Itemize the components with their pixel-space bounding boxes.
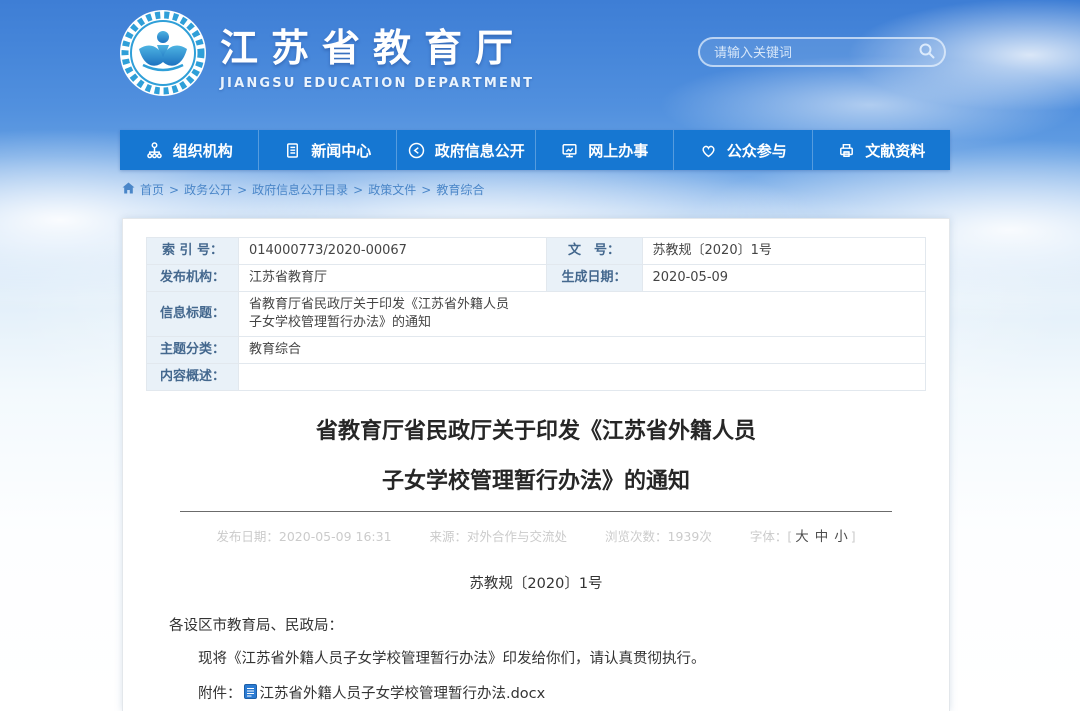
breadcrumb-info-directory[interactable]: 政府信息公开目录 — [252, 181, 348, 198]
bracket-close: ] — [851, 529, 856, 544]
site-title: 江苏省教育厅 JIANGSU EDUCATION DEPARTMENT — [220, 17, 534, 91]
font-size-label: 字体： — [750, 529, 788, 544]
org-chart-icon — [145, 141, 164, 160]
nav-item-online-services[interactable]: 网上办事 — [535, 130, 674, 170]
index-number-value: 014000773/2020-00067 — [238, 238, 546, 265]
article-meta-bar: 发布日期：2020-05-09 16:31 来源：对外合作与交流处 浏览次数：1… — [123, 525, 949, 545]
breadcrumb-separator: > — [169, 183, 179, 197]
title-divider — [180, 511, 892, 512]
salutation: 各设区市教育局、民政局： — [169, 614, 949, 635]
nav-item-label: 组织机构 — [173, 140, 233, 161]
nav-item-public-participation[interactable]: 公众参与 — [673, 130, 812, 170]
nav-item-organization[interactable]: 组织机构 — [120, 130, 258, 170]
generate-date-value: 2020-05-09 — [642, 265, 925, 292]
table-row: 信息标题： 省教育厅省民政厅关于印发《江苏省外籍人员 子女学校管理暂行办法》的通… — [147, 292, 926, 337]
attachment-line: 附件： 江苏省外籍人员子女学校管理暂行办法.docx — [198, 682, 949, 703]
category-value: 教育综合 — [238, 337, 925, 364]
nav-item-document-resources[interactable]: 文献资料 — [812, 130, 951, 170]
info-title-value: 省教育厅省民政厅关于印发《江苏省外籍人员 子女学校管理暂行办法》的通知 — [238, 292, 925, 337]
nav-item-gov-info-disclosure[interactable]: 政府信息公开 — [396, 130, 535, 170]
article-title-line1: 省教育厅省民政厅关于印发《江苏省外籍人员 — [123, 407, 949, 457]
table-row: 内容概述： — [147, 364, 926, 391]
heart-icon — [699, 141, 718, 160]
bracket-open: [ — [787, 529, 792, 544]
document-number: 苏教规〔2020〕1号 — [123, 572, 949, 593]
site-name-zh: 江苏省教育厅 — [220, 17, 534, 72]
jiangsu-education-logo — [119, 9, 207, 97]
article-title-line2: 子女学校管理暂行办法》的通知 — [123, 457, 949, 507]
nav-item-label: 政府信息公开 — [435, 140, 525, 161]
doc-number-label: 文 号： — [546, 238, 642, 265]
article-title: 省教育厅省民政厅关于印发《江苏省外籍人员 子女学校管理暂行办法》的通知 — [123, 407, 949, 507]
summary-label: 内容概述： — [147, 364, 239, 391]
font-size-control: 字体：[大中小] — [750, 529, 856, 544]
summary-value — [238, 364, 925, 391]
table-row: 主题分类： 教育综合 — [147, 337, 926, 364]
circle-arrow-icon — [407, 141, 426, 160]
view-count: 浏览次数：1939次 — [605, 529, 712, 544]
word-doc-icon — [244, 684, 257, 703]
main-nav: 组织机构 新闻中心 政府信息公开 — [120, 130, 950, 170]
search-button[interactable] — [910, 39, 944, 65]
breadcrumb-separator: > — [421, 183, 431, 197]
nav-item-label: 公众参与 — [727, 140, 787, 161]
nav-item-label: 新闻中心 — [311, 140, 371, 161]
font-size-small[interactable]: 小 — [834, 529, 848, 545]
breadcrumb-policy-files[interactable]: 政策文件 — [368, 181, 416, 198]
index-number-label: 索 引 号： — [147, 238, 239, 265]
table-row: 索 引 号： 014000773/2020-00067 文 号： 苏教规〔202… — [147, 238, 926, 265]
issuer-value: 江苏省教育厅 — [238, 265, 546, 292]
site-name-en: JIANGSU EDUCATION DEPARTMENT — [220, 76, 534, 91]
search-icon — [917, 41, 937, 64]
document-meta-table: 索 引 号： 014000773/2020-00067 文 号： 苏教规〔202… — [146, 237, 926, 391]
attachment-label: 附件： — [198, 682, 242, 703]
issuer-label: 发布机构： — [147, 265, 239, 292]
info-title-label: 信息标题： — [147, 292, 239, 337]
page: 江苏省教育厅 JIANGSU EDUCATION DEPARTMENT 组织机构 — [0, 0, 1080, 711]
breadcrumb-separator: > — [353, 183, 363, 197]
search-box — [698, 37, 946, 67]
search-input[interactable] — [700, 39, 910, 65]
category-label: 主题分类： — [147, 337, 239, 364]
home-icon — [122, 182, 135, 197]
nav-item-news-center[interactable]: 新闻中心 — [258, 130, 397, 170]
breadcrumb-home[interactable]: 首页 — [140, 181, 164, 198]
monitor-icon — [560, 141, 579, 160]
source: 来源：对外合作与交流处 — [430, 529, 568, 544]
printer-archive-icon — [837, 141, 856, 160]
nav-item-label: 网上办事 — [588, 140, 648, 161]
breadcrumb-education-general[interactable]: 教育综合 — [436, 181, 484, 198]
news-doc-icon — [283, 141, 302, 160]
attachment-link[interactable]: 江苏省外籍人员子女学校管理暂行办法.docx — [260, 682, 546, 703]
nav-item-label: 文献资料 — [865, 140, 925, 161]
generate-date-label: 生成日期： — [546, 265, 642, 292]
doc-number-value: 苏教规〔2020〕1号 — [642, 238, 925, 265]
breadcrumb: 首页 > 政务公开 > 政府信息公开目录 > 政策文件 > 教育综合 — [122, 181, 484, 198]
breadcrumb-separator: > — [237, 183, 247, 197]
table-row: 发布机构： 江苏省教育厅 生成日期： 2020-05-09 — [147, 265, 926, 292]
font-size-large[interactable]: 大 — [795, 529, 809, 545]
publish-date: 发布日期：2020-05-09 16:31 — [216, 529, 391, 544]
body-paragraph: 现将《江苏省外籍人员子女学校管理暂行办法》印发给你们，请认真贯彻执行。 — [198, 647, 909, 671]
font-size-medium[interactable]: 中 — [815, 529, 829, 545]
content-panel: 索 引 号： 014000773/2020-00067 文 号： 苏教规〔202… — [122, 218, 950, 711]
breadcrumb-zhengwu[interactable]: 政务公开 — [184, 181, 232, 198]
